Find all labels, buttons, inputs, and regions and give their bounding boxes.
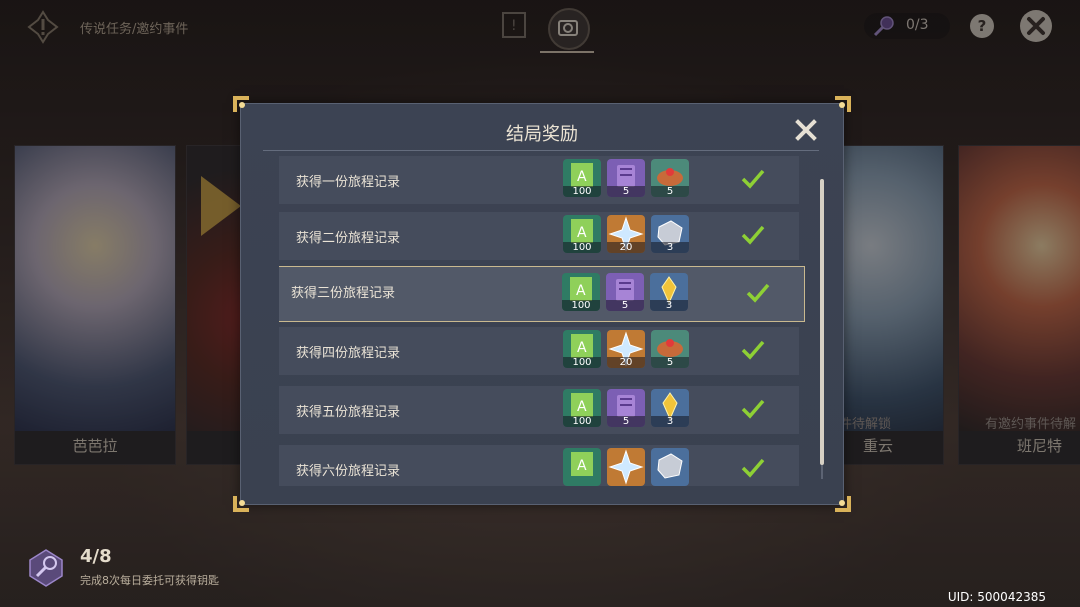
food-dish-icon[interactable]: 5 xyxy=(651,330,689,368)
scrollbar-thumb[interactable] xyxy=(820,179,824,465)
title-divider xyxy=(263,150,819,151)
item-count: 3 xyxy=(651,242,689,253)
svg-text:A: A xyxy=(577,340,587,356)
key-progress-icon xyxy=(26,548,66,588)
row-label: 获得一份旅程记录 xyxy=(296,175,401,190)
ending-rewards-dialog: 结局奖励 获得一份旅程记录 A 100 5 5 获得二份旅程记录 A 100 20 … xyxy=(233,96,851,512)
food-dish-icon[interactable]: 5 xyxy=(651,159,689,197)
hero-wit-icon[interactable]: A 100 xyxy=(563,330,601,368)
dialog-close-button[interactable] xyxy=(794,118,818,142)
svg-text:A: A xyxy=(576,283,586,299)
item-count: 5 xyxy=(651,186,689,197)
row-label: 获得四份旅程记录 xyxy=(296,346,401,361)
hero-wit-icon[interactable]: A 100 xyxy=(562,273,600,311)
primogem-icon[interactable] xyxy=(607,448,645,486)
row-label: 获得三份旅程记录 xyxy=(291,286,396,301)
purple-book-icon[interactable]: 5 xyxy=(606,273,644,311)
close-icon xyxy=(795,119,817,141)
ore-icon[interactable]: 3 xyxy=(651,215,689,253)
item-count: 20 xyxy=(607,242,645,253)
hero-wit-icon[interactable]: A xyxy=(563,448,601,486)
reward-row: 获得五份旅程记录 A 100 5 3 xyxy=(279,386,799,434)
item-count: 3 xyxy=(650,300,688,311)
check-icon xyxy=(741,225,765,245)
reward-row: 获得一份旅程记录 A 100 5 5 xyxy=(279,156,799,204)
purple-book-icon[interactable]: 5 xyxy=(607,389,645,427)
row-label: 获得五份旅程记录 xyxy=(296,405,401,420)
check-icon xyxy=(741,458,765,478)
hero-wit-icon[interactable]: A 100 xyxy=(563,215,601,253)
item-count: 100 xyxy=(563,186,601,197)
reward-row: 获得二份旅程记录 A 100 20 3 xyxy=(279,212,799,260)
item-count: 100 xyxy=(563,416,601,427)
row-label: 获得六份旅程记录 xyxy=(296,464,401,479)
hero-wit-icon[interactable]: A 100 xyxy=(563,159,601,197)
svg-text:A: A xyxy=(577,225,587,241)
svg-text:A: A xyxy=(577,169,587,185)
primogem-icon[interactable]: 20 xyxy=(607,215,645,253)
item-count: 20 xyxy=(607,357,645,368)
reward-row: 获得四份旅程记录 A 100 20 5 xyxy=(279,327,799,375)
uid-label: UID: 500042385 xyxy=(947,590,1046,604)
ore-icon[interactable] xyxy=(651,448,689,486)
key-progress-hint: 完成8次每日委托可获得钥匙 xyxy=(80,574,219,587)
gold-crystal-icon[interactable]: 3 xyxy=(651,389,689,427)
item-count: 5 xyxy=(651,357,689,368)
primogem-icon[interactable]: 20 xyxy=(607,330,645,368)
check-icon xyxy=(741,340,765,360)
svg-text:A: A xyxy=(577,399,587,415)
corner-ornament-icon xyxy=(233,96,249,112)
purple-book-icon[interactable]: 5 xyxy=(607,159,645,197)
item-count: 5 xyxy=(607,186,645,197)
item-count: 5 xyxy=(607,416,645,427)
reward-row-selected: 获得三份旅程记录 A 100 5 3 xyxy=(279,266,805,322)
item-count: 100 xyxy=(562,300,600,311)
corner-ornament-icon xyxy=(835,96,851,112)
reward-list[interactable]: 获得一份旅程记录 A 100 5 5 获得二份旅程记录 A 100 20 3 获得三… xyxy=(279,156,805,486)
item-count: 3 xyxy=(651,416,689,427)
item-count: 100 xyxy=(563,357,601,368)
key-progress-count: 4/8 xyxy=(80,546,112,567)
corner-ornament-icon xyxy=(835,496,851,512)
corner-ornament-icon xyxy=(233,496,249,512)
row-label: 获得二份旅程记录 xyxy=(296,231,401,246)
dialog-title: 结局奖励 xyxy=(506,124,578,145)
reward-row: 获得六份旅程记录 A xyxy=(279,445,799,486)
gold-crystal-icon[interactable]: 3 xyxy=(650,273,688,311)
svg-text:A: A xyxy=(577,458,587,474)
hero-wit-icon[interactable]: A 100 xyxy=(563,389,601,427)
check-icon xyxy=(746,283,770,303)
item-count: 5 xyxy=(606,300,644,311)
check-icon xyxy=(741,399,765,419)
item-count: 100 xyxy=(563,242,601,253)
check-icon xyxy=(741,169,765,189)
